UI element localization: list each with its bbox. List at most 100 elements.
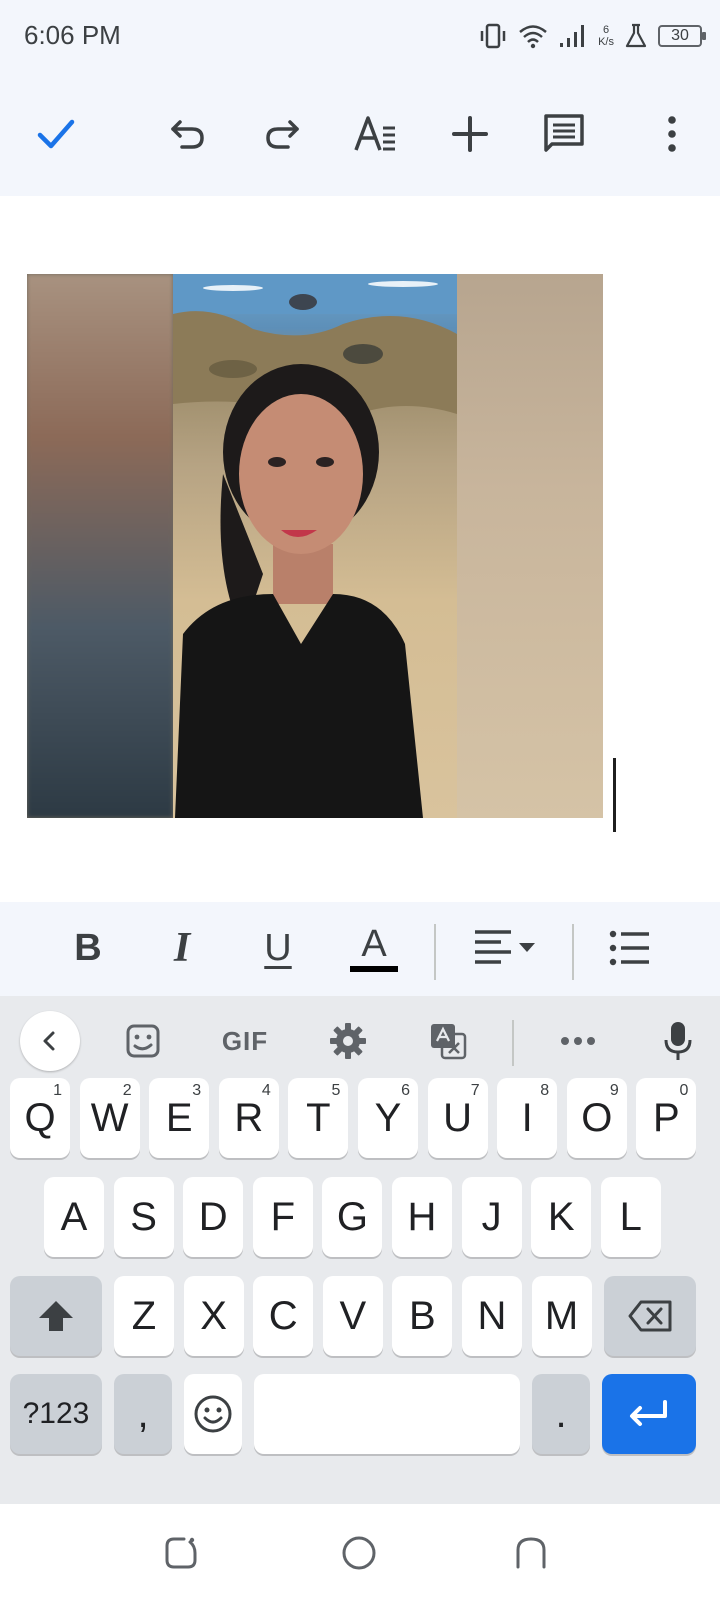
status-icons: 6 K/s 30 [478, 20, 706, 52]
more-vert-icon [668, 116, 676, 152]
comment-button[interactable] [532, 102, 596, 166]
key-o[interactable]: O9 [566, 1078, 627, 1158]
home-icon [342, 1536, 376, 1570]
inline-image[interactable] [27, 274, 603, 818]
align-button[interactable] [470, 918, 540, 978]
back-icon [516, 1537, 546, 1569]
comma-key[interactable]: , [114, 1374, 172, 1454]
key-g[interactable]: G [322, 1177, 383, 1257]
key-hint: 3 [192, 1082, 202, 1099]
home-button[interactable] [334, 1528, 384, 1578]
key-j[interactable]: J [461, 1177, 522, 1257]
key-label: T [306, 1095, 331, 1140]
key-label: O [581, 1095, 613, 1140]
key-t[interactable]: T5 [288, 1078, 349, 1158]
text-color-swatch [350, 966, 398, 972]
key-r[interactable]: R4 [218, 1078, 279, 1158]
more-keyboard-options-button[interactable] [548, 1011, 608, 1071]
more-options-button[interactable] [640, 102, 704, 166]
key-label: U [443, 1095, 473, 1140]
key-label: W [90, 1095, 129, 1140]
net-speed-unit: K/s [598, 36, 614, 48]
net-speed-value: 6 [602, 24, 610, 36]
document-canvas[interactable] [0, 196, 720, 902]
key-hint: 6 [401, 1082, 410, 1099]
comment-icon [544, 114, 584, 152]
key-y[interactable]: Y6 [358, 1078, 418, 1158]
text-color-label: A [361, 923, 387, 965]
italic-label: I [173, 925, 191, 971]
net-speed: 6 K/s [598, 24, 614, 48]
key-label: Y [374, 1095, 402, 1140]
key-k[interactable]: K [531, 1177, 592, 1257]
key-l[interactable]: L [600, 1177, 661, 1257]
enter-icon [630, 1400, 667, 1426]
keyboard-back-button[interactable] [20, 1011, 80, 1071]
text-color-button[interactable]: A [344, 918, 404, 978]
key-d[interactable]: D [183, 1177, 244, 1257]
key-p[interactable]: P0 [636, 1078, 697, 1158]
status-time: 6:06 PM [24, 20, 121, 50]
chevron-left-icon [43, 1031, 55, 1051]
key-z[interactable]: Z [114, 1276, 174, 1356]
keyboard-settings-button[interactable] [318, 1011, 378, 1071]
back-button[interactable] [506, 1528, 556, 1578]
align-left-icon [475, 930, 535, 964]
period-key[interactable]: . [532, 1374, 590, 1454]
mic-icon [664, 1022, 692, 1060]
key-u[interactable]: U7 [427, 1078, 488, 1158]
underline-button[interactable]: U [248, 918, 308, 978]
redo-button[interactable] [250, 102, 314, 166]
recents-button[interactable] [156, 1528, 206, 1578]
key-i[interactable]: I8 [497, 1078, 558, 1158]
bold-button[interactable]: B [58, 918, 118, 978]
shift-key[interactable] [10, 1276, 102, 1356]
translate-button[interactable] [418, 1011, 478, 1071]
backspace-key[interactable] [604, 1276, 696, 1356]
key-label: P [653, 1095, 680, 1140]
keyboard-toolbar: GIF [0, 996, 720, 1086]
gif-button[interactable]: GIF [210, 1011, 280, 1071]
vibrate-icon [478, 22, 508, 50]
navigation-bar [0, 1504, 720, 1600]
settings-icon [330, 1023, 366, 1059]
key-e[interactable]: E3 [149, 1078, 210, 1158]
bulleted-list-icon [609, 930, 649, 966]
flask-icon [624, 23, 648, 49]
emoji-key[interactable] [184, 1374, 242, 1454]
key-q[interactable]: Q1 [10, 1078, 70, 1158]
key-x[interactable]: X [183, 1276, 244, 1356]
list-button[interactable] [600, 918, 660, 978]
insert-button[interactable] [438, 102, 502, 166]
key-b[interactable]: B [392, 1276, 453, 1356]
editor-toolbar [0, 76, 720, 196]
key-label: R [234, 1095, 264, 1140]
sticker-button[interactable] [113, 1011, 173, 1071]
key-n[interactable]: N [462, 1276, 522, 1356]
space-key[interactable] [254, 1374, 520, 1454]
symbols-key[interactable]: ?123 [10, 1374, 102, 1454]
key-f[interactable]: F [252, 1177, 313, 1257]
key-h[interactable]: H [392, 1177, 452, 1257]
format-divider [572, 924, 574, 980]
enter-key[interactable] [602, 1374, 696, 1454]
italic-button[interactable]: I [152, 918, 212, 978]
done-button[interactable] [24, 102, 88, 166]
key-c[interactable]: C [253, 1276, 314, 1356]
key-w[interactable]: W2 [79, 1078, 140, 1158]
recents-icon [165, 1537, 197, 1569]
undo-button[interactable] [156, 102, 220, 166]
format-divider [434, 924, 436, 980]
key-hint: 5 [331, 1082, 341, 1099]
key-m[interactable]: M [531, 1276, 592, 1356]
key-s[interactable]: S [113, 1177, 174, 1257]
status-bar: 6:06 PM 6 K/s 30 [0, 0, 720, 76]
backspace-icon [628, 1300, 672, 1332]
text-format-button[interactable] [344, 102, 408, 166]
keyboard: G I F Q 1 W 2 E 3 R 4 T 5 Y 6 U 7 I 8 O 9 … [0, 996, 720, 1504]
voice-input-button[interactable] [648, 1011, 708, 1071]
key-a[interactable]: A [44, 1177, 104, 1257]
key-v[interactable]: V [322, 1276, 383, 1356]
key-label: I [521, 1095, 533, 1140]
bold-label: B [74, 926, 102, 969]
